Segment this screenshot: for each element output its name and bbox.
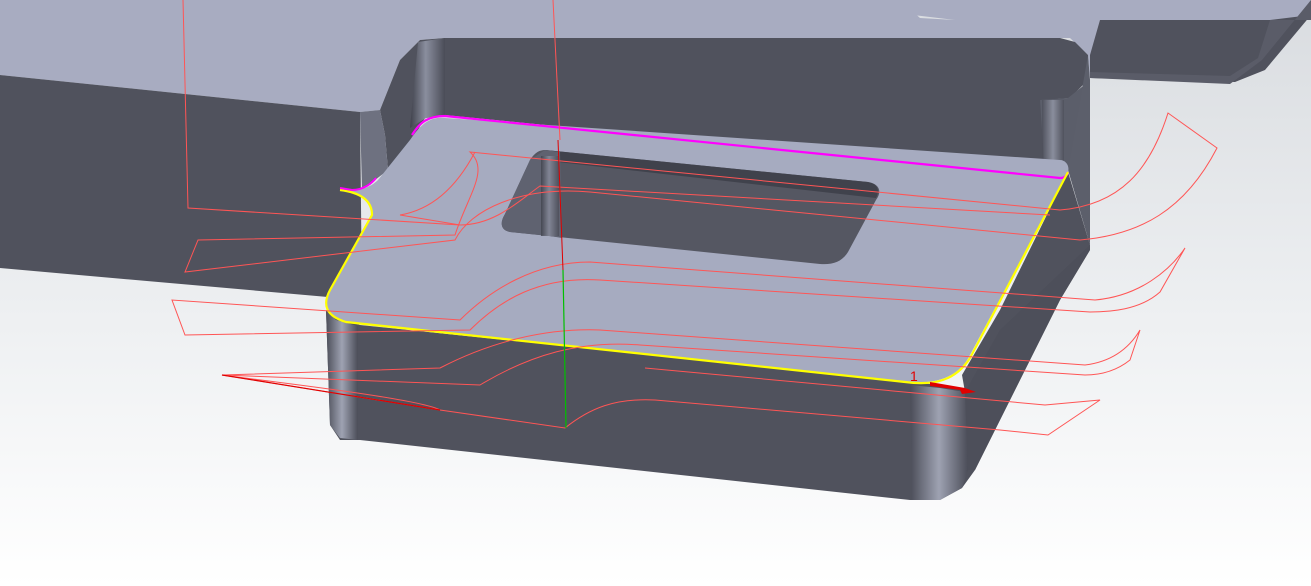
upper-part-front-face[interactable]	[0, 75, 362, 300]
start-point-label: 1	[910, 368, 918, 384]
cad-3d-viewport[interactable]: 1	[0, 0, 1311, 586]
